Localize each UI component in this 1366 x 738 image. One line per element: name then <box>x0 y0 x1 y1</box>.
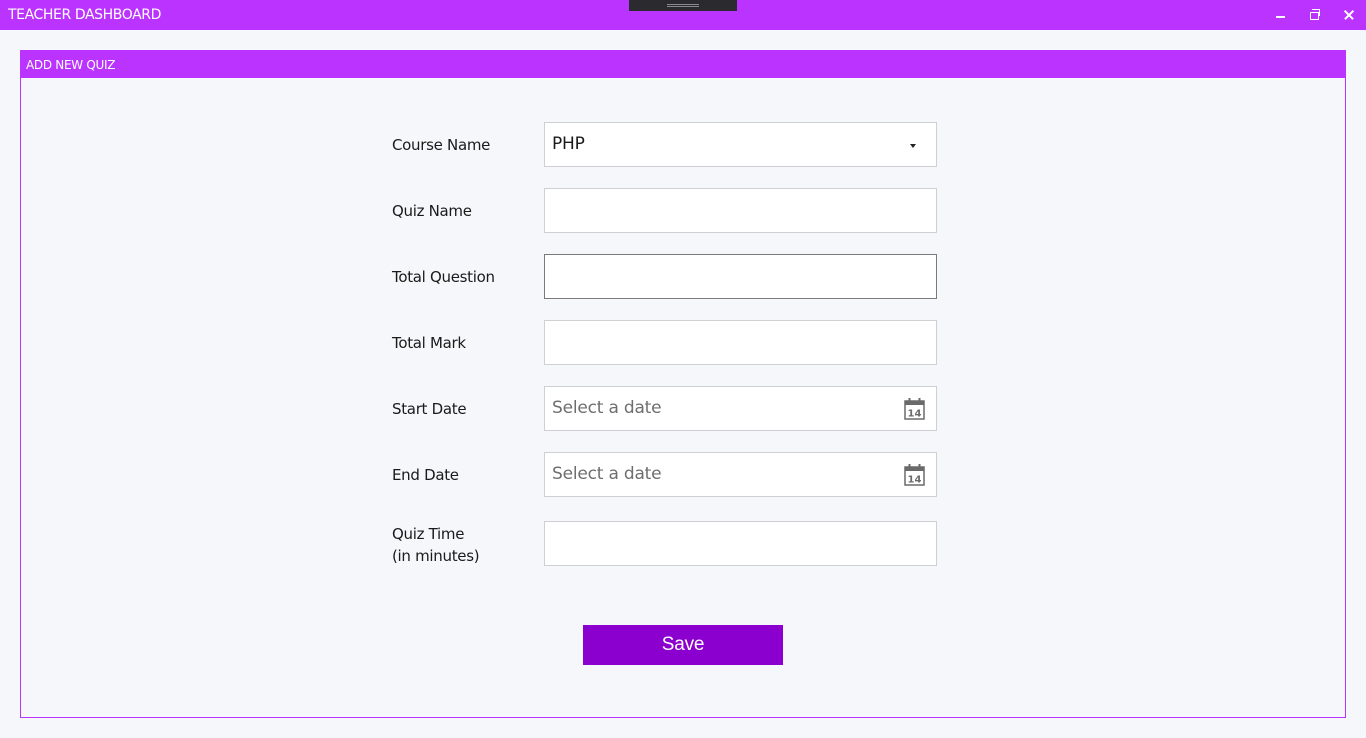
course-name-dropdown[interactable]: PHP <box>544 122 937 167</box>
calendar-day-text: 14 <box>908 475 922 486</box>
total-question-label: Total Question <box>392 268 495 286</box>
app-title: TEACHER DASHBOARD <box>8 7 161 23</box>
calendar-icon[interactable]: 14 <box>904 397 925 420</box>
close-button[interactable] <box>1332 0 1366 30</box>
quiz-time-label-line1: Quiz Time <box>392 525 465 543</box>
total-mark-label: Total Mark <box>392 334 466 352</box>
minimize-button[interactable] <box>1263 0 1297 30</box>
quiz-time-label: Quiz Time (in minutes) <box>392 523 480 567</box>
end-date-placeholder: Select a date <box>552 464 662 484</box>
total-question-input[interactable] <box>544 254 937 299</box>
start-date-picker[interactable]: Select a date 14 <box>544 386 937 431</box>
panel-title: ADD NEW QUIZ <box>26 58 116 72</box>
total-mark-input[interactable] <box>544 320 937 365</box>
end-date-label: End Date <box>392 466 459 484</box>
start-date-placeholder: Select a date <box>552 398 662 418</box>
grip-icon <box>667 4 699 5</box>
calendar-icon[interactable]: 14 <box>904 463 925 486</box>
quiz-name-input[interactable] <box>544 188 937 233</box>
course-name-value: PHP <box>552 134 585 154</box>
add-quiz-panel: ADD NEW QUIZ Course Name PHP Quiz Name T… <box>20 50 1346 718</box>
end-date-picker[interactable]: Select a date 14 <box>544 452 937 497</box>
panel-header: ADD NEW QUIZ <box>21 51 1345 78</box>
chevron-down-icon <box>910 144 916 148</box>
course-name-label: Course Name <box>392 136 491 154</box>
quiz-name-label: Quiz Name <box>392 202 472 220</box>
save-button[interactable]: Save <box>583 625 783 665</box>
title-bar: TEACHER DASHBOARD <box>0 0 1366 30</box>
start-date-label: Start Date <box>392 400 467 418</box>
drag-handle[interactable] <box>629 0 737 11</box>
quiz-time-input[interactable] <box>544 521 937 566</box>
quiz-time-label-line2: (in minutes) <box>392 547 480 565</box>
calendar-day-text: 14 <box>908 409 922 420</box>
restore-button[interactable] <box>1298 0 1332 30</box>
